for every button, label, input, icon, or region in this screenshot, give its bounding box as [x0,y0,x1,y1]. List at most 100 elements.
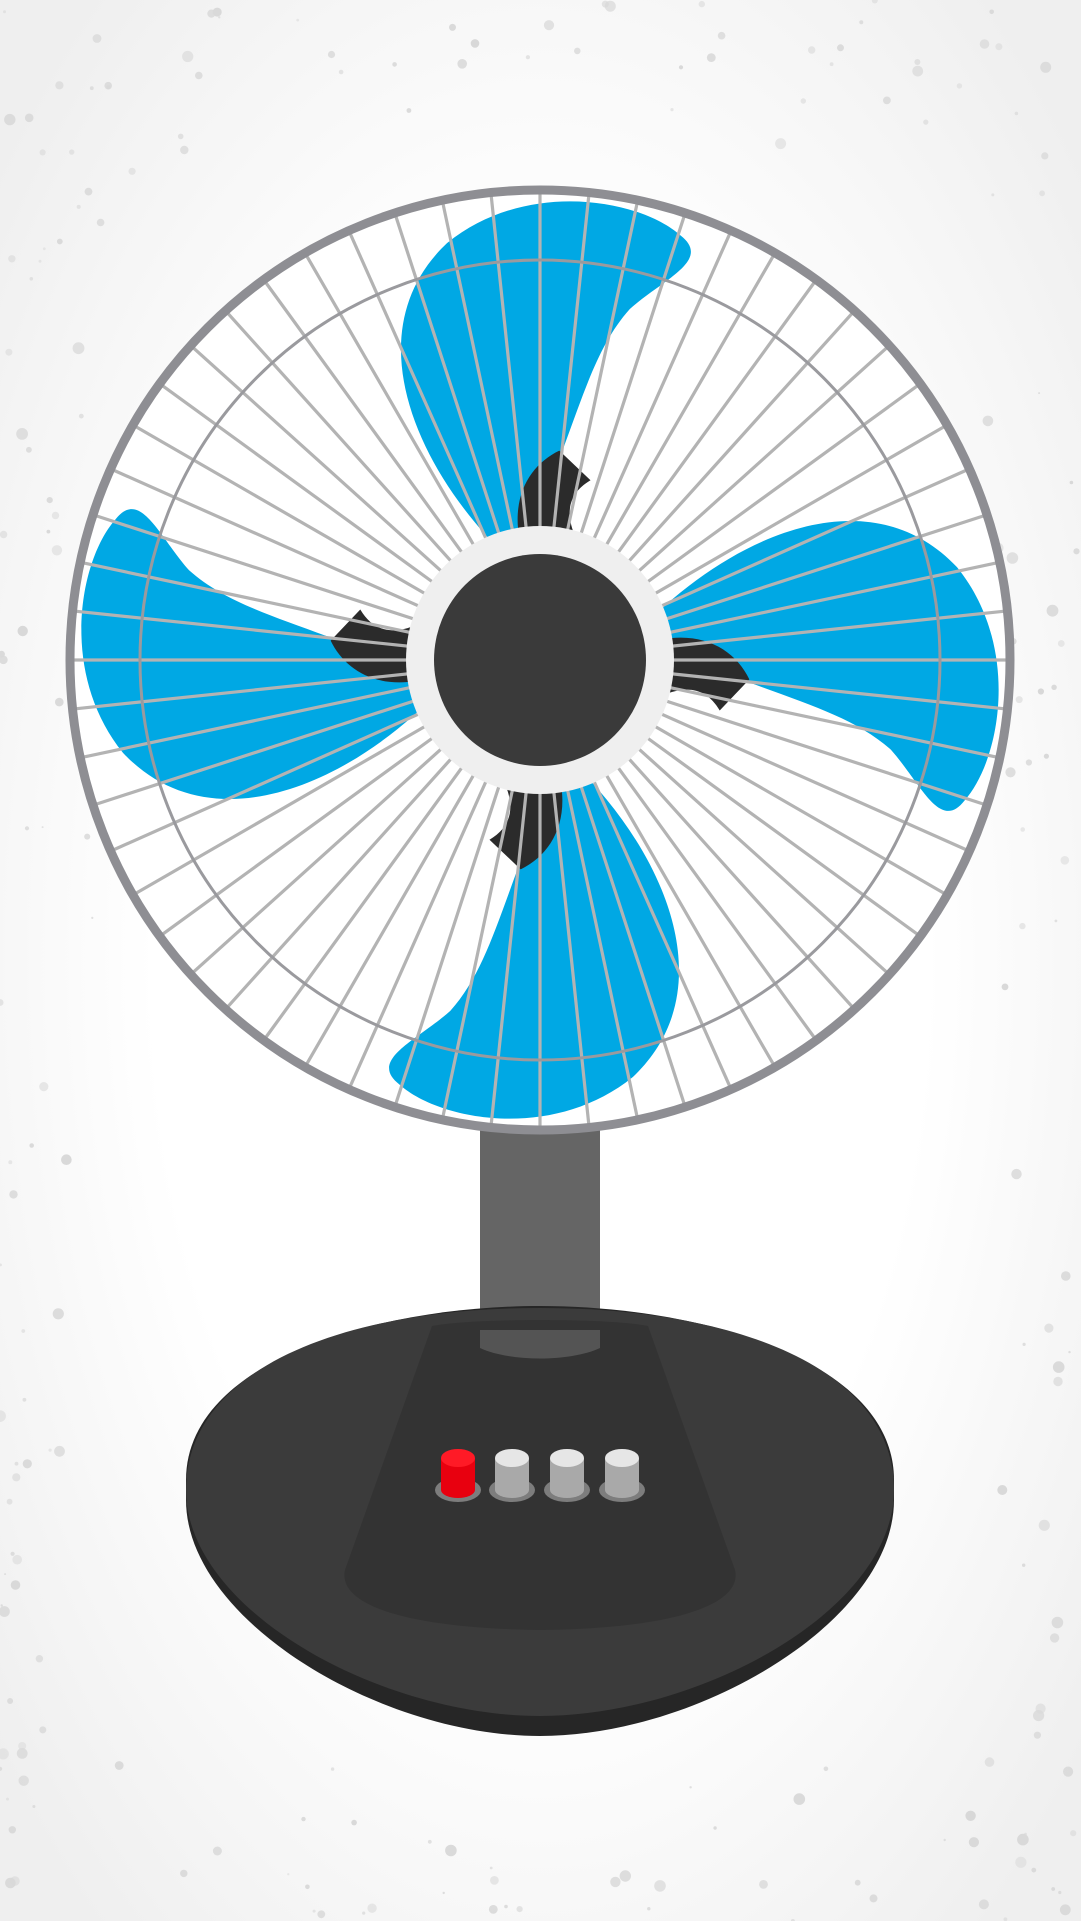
speckle-dot [978,1899,989,1910]
speed-3-button[interactable] [599,1449,645,1502]
speckle-dot [1031,1867,1037,1873]
speckle-dot [574,47,581,55]
speckle-dot [654,1880,666,1892]
speckle-dot [22,1397,27,1402]
speckle-dot [1063,1766,1074,1777]
speckle-dot [96,218,105,227]
speckle-dot [12,1473,21,1482]
speckle-dot [26,446,32,453]
speckle-dot [3,10,6,14]
speckle-dot [69,149,75,155]
speckle-dot [296,18,300,22]
speckle-dot [55,81,64,90]
speckle-dot [689,1786,692,1789]
speckle-dot [61,1154,72,1165]
desk-fan-illustration [0,0,1081,1921]
speckle-dot [525,55,531,60]
speckle-dot [6,1498,13,1505]
speckle-dot [91,916,94,920]
power-button[interactable] [435,1449,481,1502]
speckle-dot [956,83,963,89]
speckle-dot [287,1873,290,1876]
speckle-dot [89,86,94,91]
speckle-dot [29,1143,34,1148]
speckle-dot [982,415,994,427]
speckle-dot [367,1903,377,1913]
speckle-dot [984,1757,995,1767]
speckle-dot [18,1775,29,1786]
speckle-dot [212,7,222,17]
speckle-dot [48,1448,52,1452]
speckle-dot [1015,696,1023,704]
speed-2-button[interactable] [544,1449,590,1502]
speckle-dot [457,59,468,69]
speckle-dot [1014,111,1019,116]
speckle-dot [991,193,995,197]
speckle-dot [775,138,787,150]
speckle-dot [488,1905,498,1914]
speckle-dot [1039,190,1045,197]
speckle-dot [1037,688,1044,695]
speckle-dot [1070,1830,1077,1837]
speckle-dot [327,50,336,59]
speckle-dot [1043,753,1049,759]
speckle-dot [301,1816,306,1822]
speed-1-button[interactable] [489,1449,535,1502]
speckle-dot [1025,759,1032,766]
speckle-dot [979,39,990,49]
speckle-dot [54,1445,65,1457]
speckle-dot [312,1909,316,1913]
speckle-dot [800,98,806,104]
speckle-dot [55,697,64,707]
speckle-dot [965,1810,976,1822]
speckle-dot [218,16,221,19]
speckle-dot [104,81,112,90]
speckle-dot [76,204,81,209]
speckle-dot [997,1485,1008,1495]
speckle-dot [4,1573,7,1576]
speckle-dot [78,413,84,419]
speckle-dot [912,65,924,77]
speckle-dot [1059,1904,1071,1916]
speckle-dot [1020,827,1025,832]
speckle-dot [24,826,30,831]
speckle-dot [21,1329,26,1333]
speckle-dot [1005,767,1016,778]
speckle-dot [406,108,412,113]
speckle-dot [1044,1323,1054,1333]
speckle-dot [46,497,53,504]
speckle-dot [39,1082,49,1092]
speckle-dot [32,1805,36,1808]
speckle-dot [427,1839,432,1844]
speckle-dot [14,1461,19,1466]
speckle-dot [41,826,44,829]
speckle-dot [1022,1342,1026,1346]
speckle-dot [72,342,85,355]
speckle-dot [338,69,344,75]
speckle-dot [51,511,60,520]
speckle-dot [46,529,51,534]
speckle-dot [445,1844,457,1857]
speckle-dot [1061,1271,1071,1281]
speckle-dot [759,1880,768,1889]
speckle-dot [18,1742,27,1750]
speckle-dot [38,259,42,263]
speckle-dot [647,1907,651,1911]
speckle-dot [6,1797,9,1801]
button-cap [441,1449,475,1467]
speckle-dot [968,1837,980,1848]
speckle-dot [1041,152,1049,160]
speckle-dot [442,1891,445,1895]
speckle-dot [854,1879,861,1886]
speckle-dot [22,1459,32,1469]
speckle-dot [698,0,705,8]
speckle-dot [1001,983,1009,991]
speckle-dot [829,62,834,67]
speckle-dot [1068,1350,1071,1354]
button-cap [495,1449,529,1467]
speckle-dot [12,1554,22,1565]
speckle-dot [10,1876,20,1886]
speckle-dot [317,1910,326,1919]
speckle-dot [305,1884,310,1890]
speckle-dot [1006,552,1019,564]
